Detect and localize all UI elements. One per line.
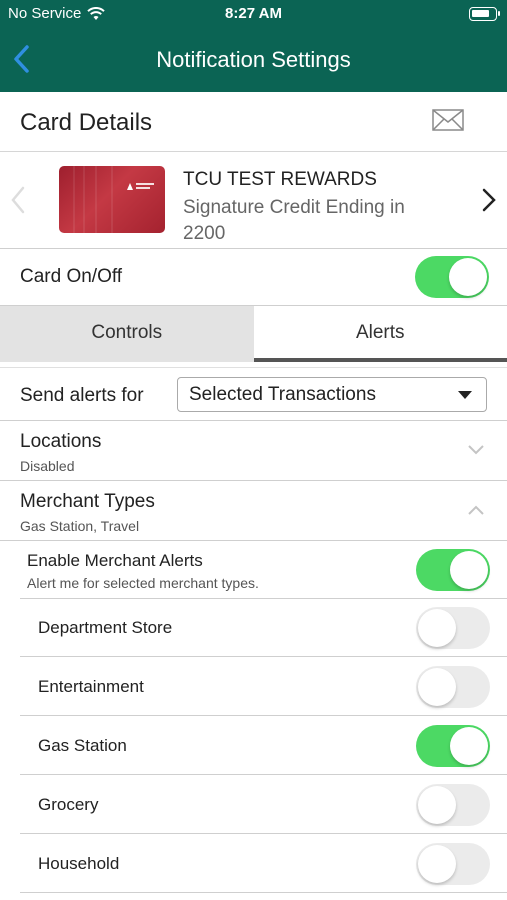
bank-logo-icon — [127, 183, 154, 190]
send-alerts-value: Selected Transactions — [189, 384, 376, 405]
card-on-off-toggle[interactable] — [415, 256, 489, 298]
enable-merchant-alerts-row: Enable Merchant Alerts Alert me for sele… — [0, 541, 507, 599]
send-alerts-row: Send alerts for Selected Transactions — [0, 368, 507, 421]
merchant-item-toggle[interactable] — [416, 725, 490, 767]
merchant-item-household: Household — [20, 835, 507, 893]
merchant-item-toggle[interactable] — [416, 843, 490, 885]
status-bar: No Service 8:27 AM — [0, 0, 507, 28]
envelope-icon[interactable] — [432, 108, 464, 132]
chevron-down-icon — [468, 445, 484, 455]
merchant-item-toggle[interactable] — [416, 784, 490, 826]
tab-bar: Controls Alerts — [0, 306, 507, 362]
enable-merchant-alerts-subtitle: Alert me for selected merchant types. — [27, 575, 259, 591]
card-selector: TCU TEST REWARDS Signature Credit Ending… — [0, 152, 507, 249]
send-alerts-dropdown[interactable]: Selected Transactions — [177, 377, 487, 412]
caret-down-icon — [458, 391, 472, 399]
chevron-left-icon[interactable] — [10, 186, 26, 214]
tab-controls[interactable]: Controls — [0, 306, 254, 362]
card-on-off-label: Card On/Off — [20, 266, 123, 287]
merchant-types-summary: Gas Station, Travel — [20, 518, 140, 534]
merchant-types-row[interactable]: Merchant Types Gas Station, Travel — [0, 481, 507, 541]
merchant-item-toggle[interactable] — [416, 666, 490, 708]
page-title: Notification Settings — [156, 47, 351, 72]
card-details-header: Card Details — [0, 92, 507, 152]
merchant-item-gas-station: Gas Station — [20, 717, 507, 775]
merchant-item-label: Household — [38, 854, 120, 873]
locations-status: Disabled — [20, 458, 75, 474]
card-name: TCU TEST REWARDS — [183, 169, 377, 190]
merchant-types-title: Merchant Types — [20, 491, 155, 512]
merchant-item-grocery: Grocery — [20, 776, 507, 834]
locations-row[interactable]: Locations Disabled — [0, 421, 507, 481]
merchant-item-label: Gas Station — [38, 736, 127, 755]
card-details-title: Card Details — [20, 109, 153, 136]
battery-icon — [469, 7, 500, 21]
merchant-item-label: Grocery — [38, 795, 99, 814]
status-time: 8:27 AM — [225, 5, 282, 22]
send-alerts-label: Send alerts for — [20, 385, 144, 406]
enable-merchant-alerts-title: Enable Merchant Alerts — [27, 551, 203, 570]
tab-alerts[interactable]: Alerts — [253, 306, 507, 362]
merchant-item-label: Entertainment — [38, 677, 144, 696]
locations-title: Locations — [20, 431, 102, 452]
merchant-item-toggle[interactable] — [416, 607, 490, 649]
card-on-off-row: Card On/Off — [0, 249, 507, 306]
chevron-up-icon — [468, 505, 484, 515]
merchant-item-label: Department Store — [38, 618, 173, 637]
chevron-right-icon[interactable] — [481, 186, 497, 214]
card-description: Signature Credit Ending in 2200 — [183, 197, 405, 244]
merchant-item-entertainment: Entertainment — [20, 658, 507, 716]
enable-merchant-alerts-toggle[interactable] — [416, 549, 490, 591]
nav-bar: Notification Settings — [0, 28, 507, 92]
card-image — [59, 166, 165, 233]
merchant-item-department-store: Department Store — [20, 599, 507, 657]
